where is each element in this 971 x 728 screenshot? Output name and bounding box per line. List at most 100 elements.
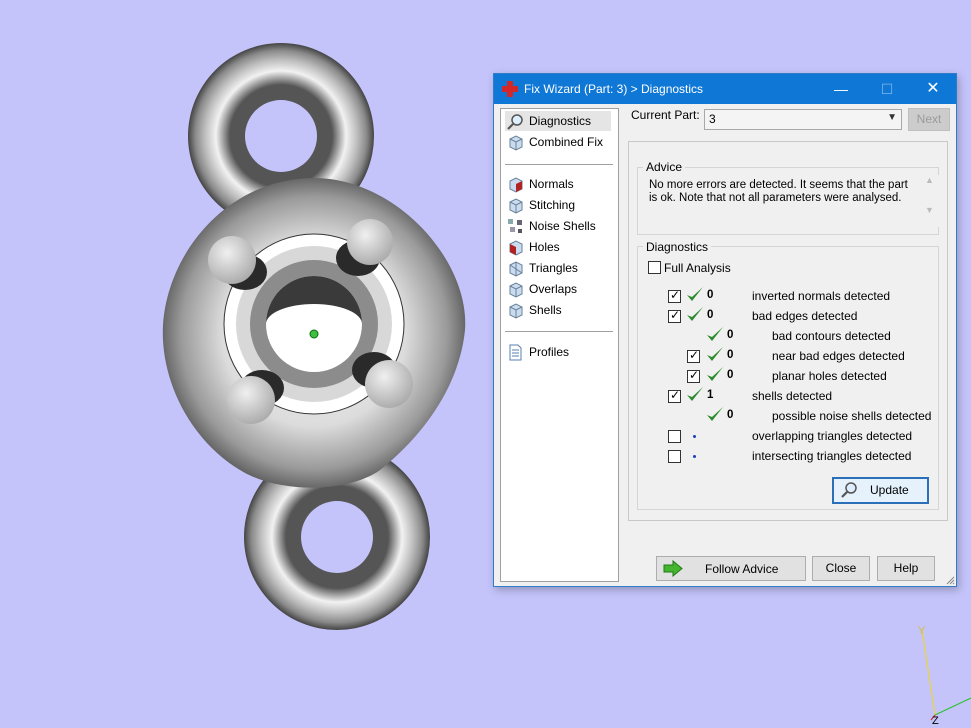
title-bar[interactable]: Fix Wizard (Part: 3) > Diagnostics — ☐ ✕ xyxy=(494,74,956,104)
diagnostic-label: near bad edges detected xyxy=(772,349,905,363)
sidebar-divider xyxy=(505,164,613,165)
sidebar-item-shells[interactable]: Shells xyxy=(505,300,611,320)
sidebar-item-label: Normals xyxy=(529,177,574,191)
diagnostic-checkbox[interactable] xyxy=(668,450,681,463)
advice-title: Advice xyxy=(643,160,686,174)
diagnostic-checkbox[interactable]: ✓ xyxy=(668,308,681,323)
diagnostic-label: intersecting triangles detected xyxy=(752,449,912,463)
green-check-icon xyxy=(707,367,723,381)
diagnostic-checkbox[interactable] xyxy=(668,430,681,443)
center-marker xyxy=(309,329,319,339)
advice-text: No more errors are detected. It seems th… xyxy=(649,179,908,204)
follow-advice-label: Follow Advice xyxy=(705,562,779,576)
advice-textbox[interactable]: No more errors are detected. It seems th… xyxy=(649,175,939,227)
help-button[interactable]: Help xyxy=(877,556,935,581)
current-part-value: 3 xyxy=(709,112,716,126)
sidebar-item-profiles[interactable]: Profiles xyxy=(505,342,611,362)
diagnostic-label: planar holes detected xyxy=(772,369,887,383)
update-button[interactable]: Update xyxy=(832,477,929,504)
resize-grip-icon[interactable] xyxy=(945,575,955,585)
diagnostic-label: inverted normals detected xyxy=(752,289,891,303)
diagnostic-checkbox[interactable]: ✓ xyxy=(668,288,681,303)
checkmark-icon: ✓ xyxy=(670,308,681,322)
sidebar-divider xyxy=(505,331,613,332)
sidebar-item-noise-shells[interactable]: Noise Shells xyxy=(505,216,611,236)
advice-scrollbar[interactable]: ▲ ▼ xyxy=(921,175,938,227)
axis-indicator: Y Z xyxy=(918,625,971,727)
sidebar-item-label: Holes xyxy=(529,240,560,254)
diagnostic-label: bad edges detected xyxy=(752,309,858,323)
sidebar-item-label: Shells xyxy=(529,303,562,317)
follow-advice-button[interactable]: Follow Advice xyxy=(656,556,806,581)
checkmark-icon: ✓ xyxy=(689,368,700,382)
sidebar-item-diagnostics[interactable]: Diagnostics xyxy=(505,111,611,131)
fix-wizard-dialog: Fix Wizard (Part: 3) > Diagnostics — ☐ ✕… xyxy=(493,73,957,587)
diagnostic-label: overlapping triangles detected xyxy=(752,429,913,443)
update-label: Update xyxy=(870,483,909,497)
diagnostic-count: 0 xyxy=(727,409,734,421)
diagnostic-count: 0 xyxy=(727,329,734,341)
normals-cube-icon xyxy=(509,177,523,193)
full-analysis-checkbox[interactable] xyxy=(648,261,661,274)
maximize-button[interactable]: ☐ xyxy=(864,74,910,104)
diagnostic-label: shells detected xyxy=(752,389,833,403)
cube-icon xyxy=(509,135,523,151)
sidebar-item-stitching[interactable]: Stitching xyxy=(505,195,611,215)
sidebar-item-label: Stitching xyxy=(529,198,576,212)
noise-shells-icon xyxy=(508,219,522,233)
green-check-icon xyxy=(687,287,703,301)
triangles-cube-icon xyxy=(509,261,523,277)
next-button[interactable]: Next xyxy=(908,108,950,131)
diagnostic-label: possible noise shells detected xyxy=(772,409,932,423)
minimize-button[interactable]: — xyxy=(818,74,864,104)
diagnostic-count: 0 xyxy=(727,349,734,361)
green-check-icon xyxy=(707,407,723,421)
diagnostic-count: 1 xyxy=(707,389,714,401)
wizard-sidebar: Diagnostics Combined Fix Normals Stitchi… xyxy=(500,108,619,582)
checkmark-icon: ✓ xyxy=(670,388,681,402)
diagnostic-checkbox[interactable]: ✓ xyxy=(668,388,681,403)
close-button[interactable]: Close xyxy=(812,556,870,581)
app-cross-icon xyxy=(502,81,518,97)
sidebar-item-label: Diagnostics xyxy=(529,114,592,128)
current-part-select[interactable]: 3 ▼ xyxy=(704,109,902,130)
green-check-icon xyxy=(687,387,703,401)
green-check-icon xyxy=(707,347,723,361)
sidebar-item-label: Noise Shells xyxy=(529,219,596,233)
diagnostic-count: 0 xyxy=(727,369,734,381)
full-analysis-label: Full Analysis xyxy=(664,261,731,275)
diagnostic-count: 0 xyxy=(707,289,714,301)
diagnostic-label: bad contours detected xyxy=(772,329,891,343)
overlaps-cube-icon xyxy=(509,282,523,298)
green-arrow-icon xyxy=(663,560,683,577)
window-title: Fix Wizard (Part: 3) > Diagnostics xyxy=(524,82,704,96)
document-icon xyxy=(509,344,522,361)
sidebar-item-combined-fix[interactable]: Combined Fix xyxy=(505,132,611,152)
close-window-button[interactable]: ✕ xyxy=(910,74,956,104)
axis-z-label: Z xyxy=(932,715,939,727)
sidebar-item-triangles[interactable]: Triangles xyxy=(505,258,611,278)
green-check-icon xyxy=(687,307,703,321)
diagnostics-title: Diagnostics xyxy=(643,240,712,254)
magnifier-icon xyxy=(841,482,857,498)
diagnostic-checkbox[interactable]: ✓ xyxy=(687,368,700,383)
holes-cube-icon xyxy=(509,240,523,256)
stitching-cube-icon xyxy=(509,198,523,214)
chevron-down-icon: ▼ xyxy=(887,112,897,123)
axis-y-label: Y xyxy=(918,625,926,637)
pending-dot-icon xyxy=(693,455,696,458)
diagnostic-checkbox[interactable]: ✓ xyxy=(687,348,700,363)
sidebar-item-holes[interactable]: Holes xyxy=(505,237,611,257)
checkmark-icon: ✓ xyxy=(670,288,681,302)
sidebar-item-normals[interactable]: Normals xyxy=(505,174,611,194)
sidebar-item-overlaps[interactable]: Overlaps xyxy=(505,279,611,299)
diagnostic-count: 0 xyxy=(707,309,714,321)
sidebar-item-label: Overlaps xyxy=(529,282,578,296)
pending-dot-icon xyxy=(693,435,696,438)
sidebar-item-label: Profiles xyxy=(529,345,570,359)
sidebar-item-label: Triangles xyxy=(529,261,578,275)
magnifier-icon xyxy=(507,114,523,130)
checkmark-icon: ✓ xyxy=(689,348,700,362)
green-check-icon xyxy=(707,327,723,341)
sidebar-item-label: Combined Fix xyxy=(529,135,604,149)
